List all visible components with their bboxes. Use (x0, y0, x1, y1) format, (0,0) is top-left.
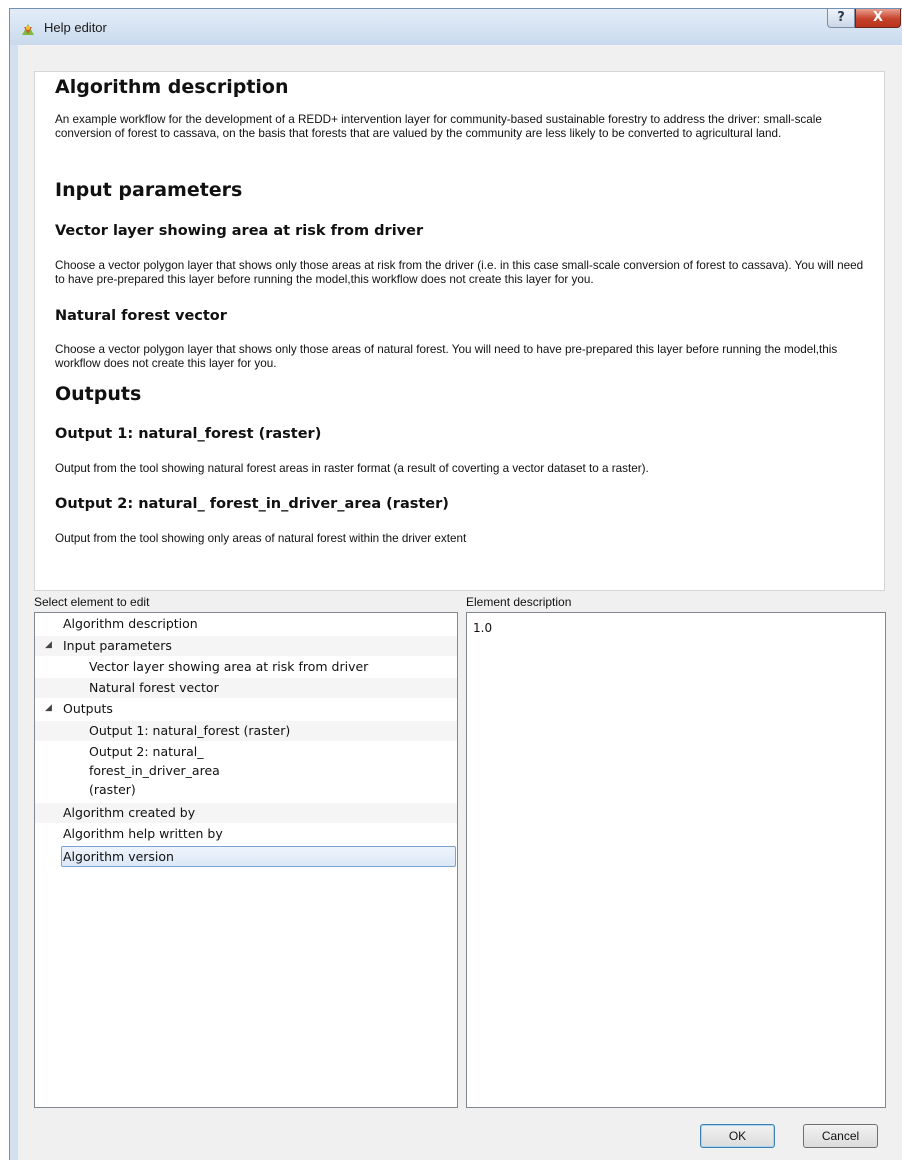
tree-item-label: forest_in_driver_area (89, 763, 220, 778)
close-button[interactable]: X (855, 9, 901, 28)
ok-button[interactable]: OK (700, 1124, 775, 1148)
tree-item-label: Outputs (63, 701, 113, 716)
question-icon: ? (837, 10, 845, 25)
heading-outputs: Outputs (55, 383, 142, 405)
heading-output-1: Output 1: natural_forest (raster) (55, 426, 322, 442)
tree-item-natural-forest-vector[interactable]: Natural forest vector (35, 678, 457, 698)
output-2-text: Output from the tool showing only areas … (55, 532, 467, 545)
element-tree[interactable]: Algorithm description ◢ Input parameters… (34, 612, 458, 1108)
heading-algorithm-description: Algorithm description (55, 76, 289, 98)
tree-item-label: (raster) (89, 782, 136, 797)
tree-item-label: Algorithm help written by (63, 826, 223, 841)
vector-layer-text: Choose a vector polygon layer that shows… (55, 259, 864, 286)
tree-item-created-by[interactable]: Algorithm created by (35, 803, 457, 823)
qgis-processing-icon (22, 24, 34, 35)
dialog-client-area: Algorithm description An example workflo… (18, 45, 902, 1160)
heading-input-parameters: Input parameters (55, 179, 243, 201)
tree-item-label: Algorithm description (63, 616, 198, 631)
help-editor-window: Help editor ? X Algorithm description An… (9, 8, 902, 1160)
heading-vector-layer: Vector layer showing area at risk from d… (55, 223, 424, 239)
tree-item-output-1[interactable]: Output 1: natural_forest (raster) (35, 721, 457, 741)
tree-item-algorithm-description[interactable]: Algorithm description (35, 614, 457, 634)
tree-item-label: Vector layer showing area at risk from d… (89, 659, 369, 674)
select-element-label: Select element to edit (34, 595, 150, 609)
description-value: 1.0 (473, 621, 493, 635)
tree-item-label: Output 1: natural_forest (raster) (89, 723, 291, 738)
tree-item-output-2[interactable]: Output 2: natural_ forest_in_driver_area… (35, 742, 457, 800)
tree-item-outputs[interactable]: ◢ Outputs (35, 699, 457, 719)
element-description-label: Element description (466, 595, 572, 609)
help-preview-pane[interactable]: Algorithm description An example workflo… (34, 71, 885, 591)
window-title: Help editor (44, 20, 107, 35)
close-icon: X (872, 10, 884, 25)
tree-item-label: Natural forest vector (89, 680, 219, 695)
natural-forest-text: Choose a vector polygon layer that shows… (55, 343, 838, 370)
output-1-text: Output from the tool showing natural for… (55, 462, 649, 475)
heading-natural-forest-vector: Natural forest vector (55, 308, 227, 324)
tree-item-version-selected[interactable]: Algorithm version (61, 846, 456, 867)
help-button[interactable]: ? (827, 9, 855, 28)
tree-item-input-parameters[interactable]: ◢ Input parameters (35, 636, 457, 656)
expand-arrow-icon[interactable]: ◢ (45, 636, 52, 655)
algorithm-description-text: An example workflow for the development … (55, 113, 822, 140)
tree-item-label: Input parameters (63, 638, 172, 653)
tree-item-label: Algorithm version (63, 849, 174, 864)
tree-item-vector-layer[interactable]: Vector layer showing area at risk from d… (35, 657, 457, 677)
title-bar: Help editor ? X (10, 9, 902, 45)
tree-item-help-written-by[interactable]: Algorithm help written by (35, 824, 457, 844)
expand-arrow-icon[interactable]: ◢ (45, 699, 52, 718)
heading-output-2: Output 2: natural_ forest_in_driver_area… (55, 496, 449, 512)
tree-item-label: Output 2: natural_ (89, 744, 204, 759)
cancel-button[interactable]: Cancel (803, 1124, 878, 1148)
tree-item-label: Algorithm created by (63, 805, 196, 820)
element-description-editor[interactable]: 1.0 (466, 612, 886, 1108)
